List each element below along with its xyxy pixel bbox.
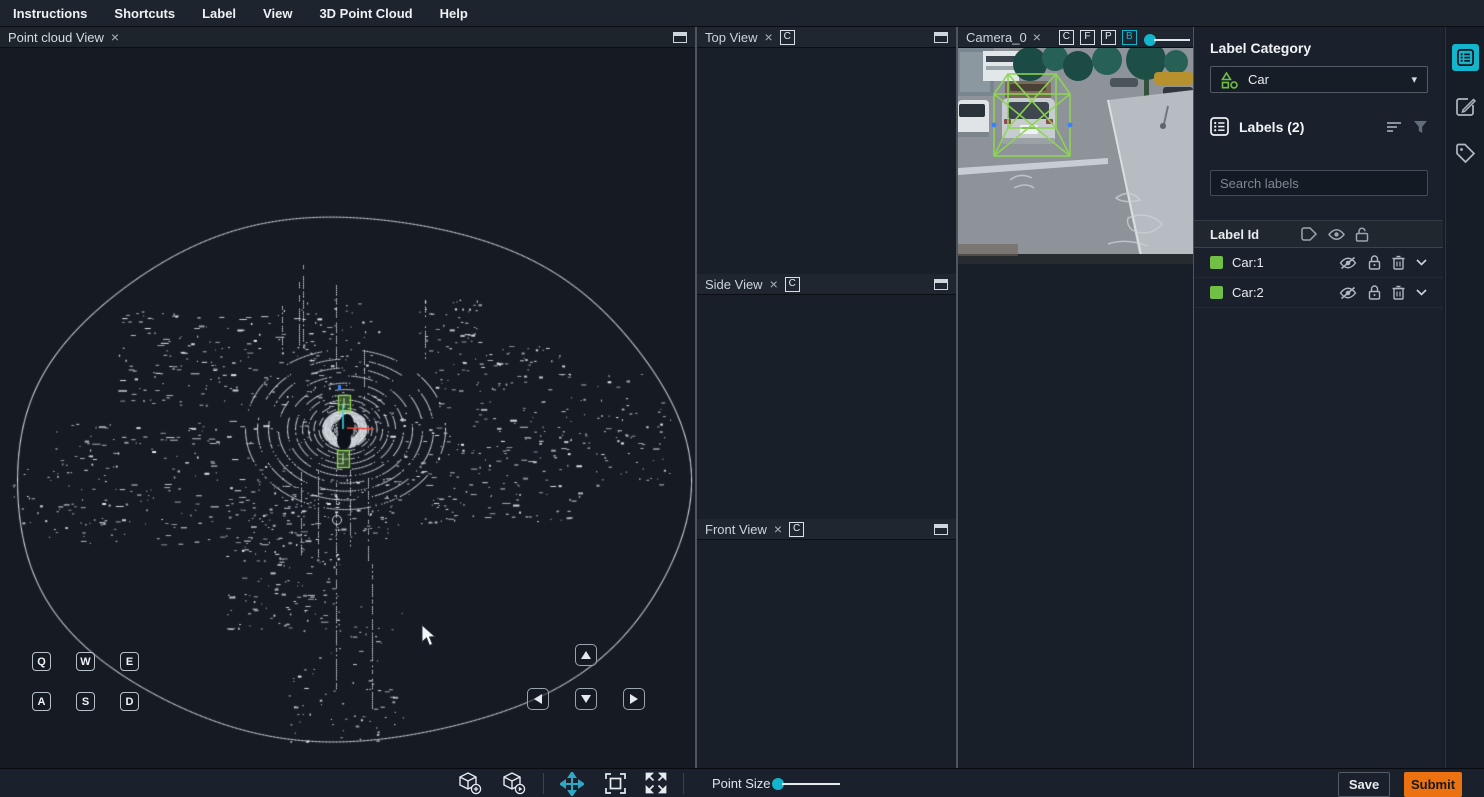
label-row[interactable]: Car:2 (1194, 278, 1443, 308)
label-row[interactable]: Car:1 (1194, 248, 1443, 278)
top-view-panel: Top View × C (697, 27, 956, 274)
labeling-sidebar: Label Category Car ▾ Labels (2) (1194, 27, 1443, 768)
chevron-down-icon[interactable] (1416, 259, 1427, 266)
category-shapes-icon (1221, 71, 1239, 89)
chevron-down-icon: ▾ (1411, 73, 1417, 86)
label-name: Car:2 (1232, 285, 1264, 300)
lock-icon[interactable] (1368, 285, 1381, 300)
delete-icon[interactable] (1392, 285, 1405, 300)
search-labels-input[interactable] (1210, 170, 1428, 196)
camera-toggle-chip[interactable]: C (789, 522, 804, 537)
tag-column-icon[interactable] (1301, 227, 1318, 241)
front-view-panel: Front View × C (697, 519, 956, 768)
label-category-value: Car (1248, 72, 1269, 87)
arrow-down-icon (581, 695, 591, 703)
mouse-cursor (421, 624, 437, 647)
label-category-heading: Label Category (1210, 40, 1311, 56)
add-cuboid-icon[interactable] (458, 772, 483, 795)
labels-list-icon (1457, 49, 1474, 66)
menu-bar: Instructions Shortcuts Label View 3D Poi… (0, 0, 1484, 27)
key-s-button[interactable]: S (76, 692, 95, 711)
label-table-header: Label Id (1194, 220, 1443, 248)
visibility-off-icon[interactable] (1339, 286, 1357, 300)
lock-column-icon[interactable] (1355, 227, 1369, 242)
maximize-icon[interactable] (934, 32, 948, 43)
side-view-panel: Side View × C (697, 274, 956, 519)
arrow-right-icon (630, 694, 638, 704)
close-icon[interactable]: × (765, 30, 773, 44)
toolbar-divider (683, 773, 684, 794)
point-size-label: Point Size (712, 776, 771, 791)
pan-down-button[interactable] (575, 688, 597, 710)
maximize-icon[interactable] (673, 32, 687, 43)
point-cloud-panel: Point cloud View × Q W E A S D (0, 27, 695, 768)
key-w-button[interactable]: W (76, 652, 95, 671)
key-q-button[interactable]: Q (32, 652, 51, 671)
key-d-button[interactable]: D (120, 692, 139, 711)
lock-icon[interactable] (1368, 255, 1381, 270)
sort-icon[interactable] (1387, 121, 1403, 133)
menu-shortcuts[interactable]: Shortcuts (114, 6, 175, 21)
right-tool-strip (1445, 27, 1484, 768)
bottom-toolbar: Point Size Save Submit (0, 768, 1484, 797)
camera-chip-b[interactable]: B (1122, 30, 1137, 45)
visibility-off-icon[interactable] (1339, 256, 1357, 270)
maximize-icon[interactable] (934, 524, 948, 535)
fullscreen-expand-icon[interactable] (645, 772, 667, 794)
close-icon[interactable]: × (774, 522, 782, 536)
key-a-button[interactable]: A (32, 692, 51, 711)
menu-help[interactable]: Help (440, 6, 468, 21)
annotation-app: Instructions Shortcuts Label View 3D Poi… (0, 0, 1484, 797)
point-cloud-view-title: Point cloud View (8, 30, 104, 45)
camera-toggle-chip[interactable]: C (780, 30, 795, 45)
save-button[interactable]: Save (1338, 772, 1390, 797)
menu-label[interactable]: Label (202, 6, 236, 21)
label-color-swatch (1210, 256, 1223, 269)
key-e-button[interactable]: E (120, 652, 139, 671)
toolbar-divider (543, 773, 544, 794)
label-id-column-header: Label Id (1210, 227, 1259, 242)
label-color-swatch (1210, 286, 1223, 299)
menu-3d-point-cloud[interactable]: 3D Point Cloud (319, 6, 412, 21)
close-icon[interactable]: × (1033, 30, 1041, 44)
auto-fit-cuboid-icon[interactable] (502, 772, 527, 795)
camera-toggle-chip[interactable]: C (785, 277, 800, 292)
tags-panel-tab[interactable] (1454, 142, 1477, 165)
filter-icon[interactable] (1413, 120, 1428, 134)
camera-chip-f[interactable]: F (1080, 30, 1095, 45)
menu-view[interactable]: View (263, 6, 292, 21)
camera-chip-c[interactable]: C (1059, 30, 1074, 45)
pan-up-button[interactable] (575, 644, 597, 666)
arrow-left-icon (534, 694, 542, 704)
delete-icon[interactable] (1392, 255, 1405, 270)
labels-heading: Labels (2) (1239, 119, 1304, 135)
menu-instructions[interactable]: Instructions (13, 6, 87, 21)
pan-right-button[interactable] (623, 688, 645, 710)
edit-panel-tab[interactable] (1454, 95, 1477, 118)
close-icon[interactable]: × (770, 277, 778, 291)
labels-list-icon (1210, 117, 1229, 136)
camera-title: Camera_0 (966, 30, 1027, 45)
camera-chip-p[interactable]: P (1101, 30, 1116, 45)
frame-selection-icon[interactable] (605, 773, 626, 794)
move-tool-icon[interactable] (560, 772, 584, 796)
maximize-icon[interactable] (934, 279, 948, 290)
top-view-title: Top View (705, 30, 758, 45)
label-category-dropdown[interactable]: Car ▾ (1210, 66, 1428, 93)
point-size-slider-track[interactable] (782, 783, 840, 785)
front-view-title: Front View (705, 522, 767, 537)
camera-image[interactable] (958, 48, 1193, 264)
side-view-title: Side View (705, 277, 763, 292)
arrow-up-icon (581, 651, 591, 659)
submit-button[interactable]: Submit (1404, 772, 1462, 797)
camera-opacity-slider-track[interactable] (1154, 39, 1190, 41)
pan-left-button[interactable] (527, 688, 549, 710)
camera-panel: Camera_0 × C F P B (958, 27, 1193, 768)
visibility-column-icon[interactable] (1328, 228, 1345, 241)
close-icon[interactable]: × (111, 30, 119, 44)
labels-panel-tab[interactable] (1452, 44, 1479, 71)
chevron-down-icon[interactable] (1416, 289, 1427, 296)
label-name: Car:1 (1232, 255, 1264, 270)
